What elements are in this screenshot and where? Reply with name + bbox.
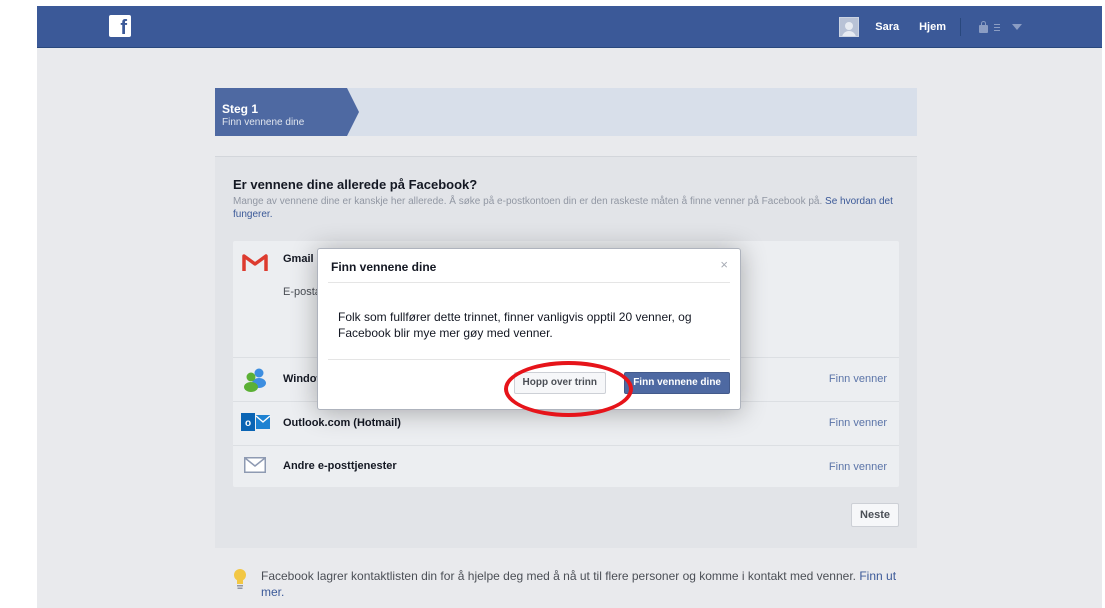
find-friends-link[interactable]: Finn venner — [829, 461, 887, 473]
home-link[interactable]: Hjem — [909, 21, 956, 33]
lock-icon — [979, 20, 988, 33]
mail-icon — [244, 457, 266, 473]
find-friends-link[interactable]: Finn venner — [829, 373, 887, 385]
gmail-icon — [242, 254, 268, 271]
privacy-note-text: Facebook lagrer kontaktlisten din for å … — [261, 568, 911, 600]
dialog-footer: Hopp over trinn Finn vennene dine — [328, 359, 730, 394]
menu-lines-icon — [994, 23, 1000, 31]
find-friends-link[interactable]: Finn venner — [829, 417, 887, 429]
close-icon[interactable]: × — [720, 258, 728, 272]
find-friends-dialog: Finn vennene dine × Folk som fullfører d… — [317, 248, 741, 410]
step-title: Steg 1 — [222, 102, 259, 116]
svg-text:o: o — [245, 418, 251, 429]
nav-divider — [960, 18, 961, 36]
caret-down-icon[interactable] — [1012, 24, 1022, 30]
lightbulb-icon — [234, 569, 246, 589]
settings-menu[interactable] — [965, 20, 1022, 33]
facebook-logo-icon[interactable]: f — [109, 15, 131, 37]
step-1-tab: Steg 1 Finn vennene dine — [215, 88, 359, 136]
step-progress-bar: Steg 1 Finn vennene dine — [215, 88, 917, 136]
dialog-message: Folk som fullfører dette trinnet, finner… — [338, 310, 692, 340]
top-navigation-bar: f Sara Hjem — [37, 6, 1102, 48]
card-title: Er vennene dine allerede på Facebook? — [233, 177, 478, 192]
windows-live-icon — [244, 368, 266, 392]
provider-name: Andre e-posttjenester — [283, 460, 397, 472]
description-text: Mange av vennene dine er kanskje her all… — [233, 196, 823, 207]
avatar[interactable] — [839, 17, 860, 37]
dialog-title: Finn vennene dine — [331, 260, 437, 274]
provider-name: Gmail — [283, 253, 314, 265]
top-nav-links: Sara Hjem — [839, 6, 1022, 48]
find-friends-button[interactable]: Finn vennene dine — [624, 372, 730, 394]
step-subtitle: Finn vennene dine — [222, 117, 305, 128]
profile-link[interactable]: Sara — [865, 21, 909, 33]
provider-name: Outlook.com (Hotmail) — [283, 417, 401, 429]
outlook-icon: o — [241, 413, 271, 431]
provider-row-other[interactable]: Andre e-posttjenester Finn venner — [233, 445, 899, 487]
privacy-text: Facebook lagrer kontaktlisten din for å … — [261, 569, 856, 583]
card-description: Mange av vennene dine er kanskje her all… — [233, 195, 903, 221]
dialog-header: Finn vennene dine × — [328, 249, 730, 283]
skip-step-button[interactable]: Hopp over trinn — [513, 372, 606, 394]
next-button[interactable]: Neste — [851, 503, 899, 527]
